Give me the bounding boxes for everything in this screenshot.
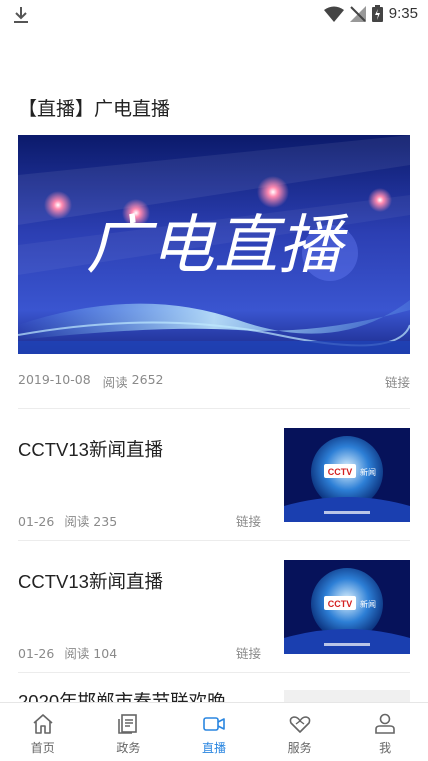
heart-hands-icon	[289, 716, 310, 733]
tab-government[interactable]: 政务	[86, 703, 172, 761]
hero-read-label: 阅读	[102, 375, 128, 390]
content-scroll[interactable]: 【直播】广电直播 广电直播 2019-10-08 阅读 2652 链接 CCTV…	[0, 30, 428, 702]
news-thumbnail[interactable]: CCTV 新闻	[284, 560, 410, 654]
home-icon	[33, 714, 53, 734]
svg-text:CCTV: CCTV	[328, 599, 353, 609]
news-title[interactable]: 2020年邯郸市春节联欢晚	[18, 688, 226, 702]
news-link[interactable]: 链接	[236, 643, 261, 662]
news-link[interactable]: 链接	[236, 511, 261, 530]
hero-meta: 2019-10-08 阅读 2652 链接	[18, 372, 410, 391]
news-title: CCTV13新闻直播	[18, 439, 163, 460]
tab-me[interactable]: 我	[342, 703, 428, 761]
news-read: 阅读 235	[64, 514, 118, 529]
download-icon	[14, 7, 28, 23]
hero-read-count: 2652	[131, 372, 164, 387]
person-icon	[375, 713, 395, 734]
divider	[18, 408, 410, 409]
news-date: 01-26	[18, 514, 55, 529]
news-date: 01-26	[18, 646, 55, 661]
news-logo-text: 新闻	[360, 599, 376, 609]
wifi-icon	[323, 6, 344, 22]
battery-charging-icon	[371, 5, 383, 22]
hero-link[interactable]: 链接	[385, 372, 410, 391]
status-bar: 9:35	[0, 0, 428, 30]
tab-label: 服务	[287, 741, 312, 755]
tab-label: 我	[379, 741, 392, 755]
list-item[interactable]: CCTV13新闻直播 01-26 阅读 104 链接 CCTV 新闻	[0, 560, 428, 696]
divider	[18, 672, 410, 673]
svg-text:CCTV: CCTV	[328, 467, 353, 477]
tab-service[interactable]: 服务	[257, 703, 343, 761]
news-thumbnail[interactable]	[284, 690, 410, 702]
news-meta: 01-26 阅读 104	[18, 643, 117, 662]
hero-image-text: 广电直播	[86, 209, 349, 283]
tab-label: 首页	[30, 741, 55, 755]
news-read: 阅读 104	[64, 646, 118, 661]
tab-live[interactable]: 直播	[171, 703, 257, 761]
section-title: 【直播】广电直播	[18, 98, 171, 120]
no-signal-icon	[349, 5, 366, 22]
hero-image[interactable]: 广电直播	[18, 135, 410, 354]
hero-date: 2019-10-08	[18, 372, 91, 387]
bottom-tab-bar: 首页 政务 直播 服务 我	[0, 702, 428, 761]
list-item[interactable]: CCTV13新闻直播 01-26 阅读 235 链接 CCTV 新闻	[0, 428, 428, 564]
document-icon	[118, 714, 138, 734]
divider	[18, 540, 410, 541]
news-thumbnail[interactable]: CCTV 新闻	[284, 428, 410, 522]
news-logo-text: 新闻	[360, 467, 376, 477]
status-time: 9:35	[388, 5, 418, 22]
news-meta: 01-26 阅读 235	[18, 511, 117, 530]
video-camera-icon	[203, 717, 225, 731]
news-title: CCTV13新闻直播	[18, 571, 163, 592]
tab-label: 政务	[116, 741, 141, 755]
tab-label: 直播	[201, 741, 226, 755]
tab-home[interactable]: 首页	[0, 703, 86, 761]
